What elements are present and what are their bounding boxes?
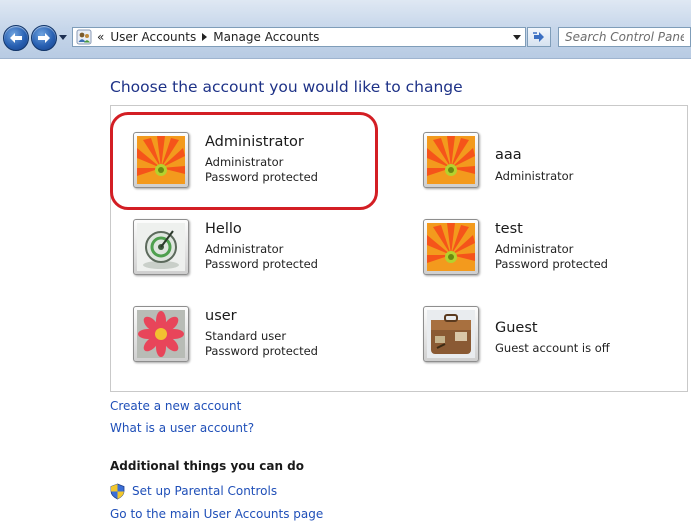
account-hello[interactable]: Hello Administrator Password protected xyxy=(133,219,403,289)
account-picture xyxy=(133,306,189,362)
accounts-panel: Administrator Administrator Password pro… xyxy=(110,105,688,392)
forward-arrow-icon xyxy=(38,33,50,43)
account-user[interactable]: user Standard user Password protected xyxy=(133,306,403,376)
account-type: Administrator xyxy=(495,169,574,183)
parental-controls-link[interactable]: Set up Parental Controls xyxy=(132,484,277,498)
breadcrumb-overflow-chevron[interactable]: « xyxy=(97,30,104,44)
additional-things-heading: Additional things you can do xyxy=(110,459,305,473)
forward-button[interactable] xyxy=(31,25,57,51)
address-dropdown-icon[interactable] xyxy=(513,35,521,40)
address-bar[interactable]: « User Accounts Manage Accounts xyxy=(72,27,526,47)
account-name: test xyxy=(495,221,523,237)
account-picture xyxy=(423,306,479,362)
main-user-accounts-page-link[interactable]: Go to the main User Accounts page xyxy=(110,507,323,521)
page-title: Choose the account you would like to cha… xyxy=(110,78,463,96)
breadcrumb-separator-icon[interactable] xyxy=(202,33,208,41)
account-administrator[interactable]: Administrator Administrator Password pro… xyxy=(133,132,403,202)
account-name: Guest xyxy=(495,320,538,336)
account-status: Password protected xyxy=(205,257,318,271)
create-account-link[interactable]: Create a new account xyxy=(110,399,241,413)
orange-flower-icon xyxy=(137,136,185,184)
account-picture xyxy=(423,132,479,188)
uac-shield-icon xyxy=(110,483,125,500)
navigation-bar: « User Accounts Manage Accounts xyxy=(0,0,691,59)
account-name: Administrator xyxy=(205,134,304,150)
breadcrumb-manage-accounts[interactable]: Manage Accounts xyxy=(213,30,319,44)
account-type: Standard user xyxy=(205,329,287,343)
account-test[interactable]: test Administrator Password protected xyxy=(423,219,691,289)
glass-sphere-icon xyxy=(137,223,185,271)
recent-pages-chevron-down-icon[interactable] xyxy=(58,32,68,42)
account-status: Password protected xyxy=(495,257,608,271)
account-guest[interactable]: Guest Guest account is off xyxy=(423,306,691,376)
account-picture xyxy=(133,132,189,188)
account-aaa[interactable]: aaa Administrator xyxy=(423,132,691,202)
what-is-user-account-link[interactable]: What is a user account? xyxy=(110,421,254,435)
account-status: Password protected xyxy=(205,170,318,184)
orange-flower-icon xyxy=(427,223,475,271)
suitcase-icon xyxy=(427,310,475,358)
orange-flower-icon xyxy=(427,136,475,184)
account-status: Password protected xyxy=(205,344,318,358)
account-picture xyxy=(423,219,479,275)
account-status: Guest account is off xyxy=(495,341,610,355)
account-type: Administrator xyxy=(205,155,284,169)
refresh-button[interactable] xyxy=(527,27,551,47)
account-picture xyxy=(133,219,189,275)
back-arrow-icon xyxy=(10,33,22,43)
account-name: user xyxy=(205,308,237,324)
account-type: Administrator xyxy=(495,242,574,256)
back-button[interactable] xyxy=(3,25,29,51)
account-name: Hello xyxy=(205,221,242,237)
account-type: Administrator xyxy=(205,242,284,256)
search-input[interactable] xyxy=(558,27,691,47)
refresh-icon xyxy=(533,32,544,42)
control-panel-users-icon xyxy=(76,29,92,45)
breadcrumb-user-accounts[interactable]: User Accounts xyxy=(110,30,196,44)
pink-flower-icon xyxy=(137,310,185,358)
account-name: aaa xyxy=(495,147,522,163)
